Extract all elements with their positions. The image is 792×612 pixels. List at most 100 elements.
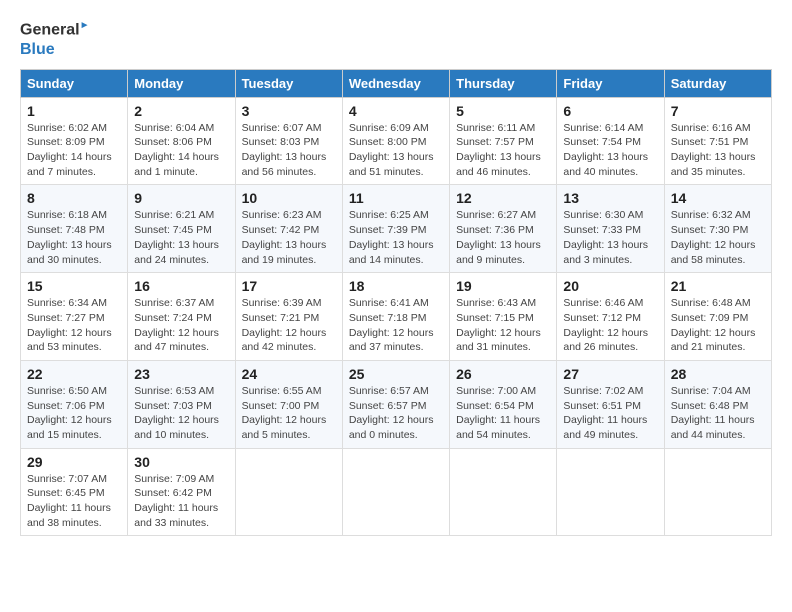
weekday-header-friday: Friday	[557, 69, 664, 97]
calendar-cell: 17 Sunrise: 6:39 AM Sunset: 7:21 PM Dayl…	[235, 273, 342, 361]
day-number: 2	[134, 103, 228, 119]
calendar-body: 1 Sunrise: 6:02 AM Sunset: 8:09 PM Dayli…	[21, 97, 772, 536]
calendar-cell	[664, 448, 771, 536]
calendar-cell	[557, 448, 664, 536]
calendar-cell	[342, 448, 449, 536]
day-number: 12	[456, 190, 550, 206]
calendar-cell: 4 Sunrise: 6:09 AM Sunset: 8:00 PM Dayli…	[342, 97, 449, 185]
calendar-cell: 15 Sunrise: 6:34 AM Sunset: 7:27 PM Dayl…	[21, 273, 128, 361]
day-detail: Sunrise: 6:16 AM Sunset: 7:51 PM Dayligh…	[671, 121, 765, 180]
calendar-cell: 26 Sunrise: 7:00 AM Sunset: 6:54 PM Dayl…	[450, 360, 557, 448]
day-detail: Sunrise: 6:25 AM Sunset: 7:39 PM Dayligh…	[349, 208, 443, 267]
calendar-cell: 28 Sunrise: 7:04 AM Sunset: 6:48 PM Dayl…	[664, 360, 771, 448]
day-detail: Sunrise: 6:18 AM Sunset: 7:48 PM Dayligh…	[27, 208, 121, 267]
day-number: 27	[563, 366, 657, 382]
logo-text: General► Blue	[20, 20, 90, 59]
weekday-header-tuesday: Tuesday	[235, 69, 342, 97]
calendar-cell: 29 Sunrise: 7:07 AM Sunset: 6:45 PM Dayl…	[21, 448, 128, 536]
calendar-cell: 3 Sunrise: 6:07 AM Sunset: 8:03 PM Dayli…	[235, 97, 342, 185]
day-detail: Sunrise: 6:30 AM Sunset: 7:33 PM Dayligh…	[563, 208, 657, 267]
day-number: 22	[27, 366, 121, 382]
weekday-header-thursday: Thursday	[450, 69, 557, 97]
day-detail: Sunrise: 6:39 AM Sunset: 7:21 PM Dayligh…	[242, 296, 336, 355]
calendar-cell: 14 Sunrise: 6:32 AM Sunset: 7:30 PM Dayl…	[664, 185, 771, 273]
calendar-cell: 12 Sunrise: 6:27 AM Sunset: 7:36 PM Dayl…	[450, 185, 557, 273]
calendar-cell: 10 Sunrise: 6:23 AM Sunset: 7:42 PM Dayl…	[235, 185, 342, 273]
weekday-header-monday: Monday	[128, 69, 235, 97]
day-number: 5	[456, 103, 550, 119]
day-detail: Sunrise: 6:50 AM Sunset: 7:06 PM Dayligh…	[27, 384, 121, 443]
day-detail: Sunrise: 6:37 AM Sunset: 7:24 PM Dayligh…	[134, 296, 228, 355]
calendar-cell: 24 Sunrise: 6:55 AM Sunset: 7:00 PM Dayl…	[235, 360, 342, 448]
calendar-cell: 22 Sunrise: 6:50 AM Sunset: 7:06 PM Dayl…	[21, 360, 128, 448]
calendar-cell: 25 Sunrise: 6:57 AM Sunset: 6:57 PM Dayl…	[342, 360, 449, 448]
weekday-header-saturday: Saturday	[664, 69, 771, 97]
day-detail: Sunrise: 6:41 AM Sunset: 7:18 PM Dayligh…	[349, 296, 443, 355]
day-detail: Sunrise: 7:07 AM Sunset: 6:45 PM Dayligh…	[27, 472, 121, 531]
calendar-week-4: 22 Sunrise: 6:50 AM Sunset: 7:06 PM Dayl…	[21, 360, 772, 448]
day-detail: Sunrise: 6:09 AM Sunset: 8:00 PM Dayligh…	[349, 121, 443, 180]
day-detail: Sunrise: 6:11 AM Sunset: 7:57 PM Dayligh…	[456, 121, 550, 180]
day-number: 4	[349, 103, 443, 119]
day-detail: Sunrise: 6:55 AM Sunset: 7:00 PM Dayligh…	[242, 384, 336, 443]
calendar-cell: 8 Sunrise: 6:18 AM Sunset: 7:48 PM Dayli…	[21, 185, 128, 273]
day-detail: Sunrise: 6:48 AM Sunset: 7:09 PM Dayligh…	[671, 296, 765, 355]
day-number: 3	[242, 103, 336, 119]
calendar-cell: 13 Sunrise: 6:30 AM Sunset: 7:33 PM Dayl…	[557, 185, 664, 273]
day-number: 28	[671, 366, 765, 382]
day-detail: Sunrise: 6:07 AM Sunset: 8:03 PM Dayligh…	[242, 121, 336, 180]
calendar-week-2: 8 Sunrise: 6:18 AM Sunset: 7:48 PM Dayli…	[21, 185, 772, 273]
day-number: 9	[134, 190, 228, 206]
calendar-cell: 18 Sunrise: 6:41 AM Sunset: 7:18 PM Dayl…	[342, 273, 449, 361]
day-detail: Sunrise: 7:00 AM Sunset: 6:54 PM Dayligh…	[456, 384, 550, 443]
calendar-cell: 21 Sunrise: 6:48 AM Sunset: 7:09 PM Dayl…	[664, 273, 771, 361]
day-number: 1	[27, 103, 121, 119]
day-detail: Sunrise: 6:14 AM Sunset: 7:54 PM Dayligh…	[563, 121, 657, 180]
calendar-cell	[235, 448, 342, 536]
day-detail: Sunrise: 7:09 AM Sunset: 6:42 PM Dayligh…	[134, 472, 228, 531]
day-number: 10	[242, 190, 336, 206]
calendar-cell: 1 Sunrise: 6:02 AM Sunset: 8:09 PM Dayli…	[21, 97, 128, 185]
day-detail: Sunrise: 6:04 AM Sunset: 8:06 PM Dayligh…	[134, 121, 228, 180]
weekday-header-sunday: Sunday	[21, 69, 128, 97]
calendar-cell: 20 Sunrise: 6:46 AM Sunset: 7:12 PM Dayl…	[557, 273, 664, 361]
page-header: General► Blue	[20, 20, 772, 59]
day-number: 17	[242, 278, 336, 294]
calendar-cell: 23 Sunrise: 6:53 AM Sunset: 7:03 PM Dayl…	[128, 360, 235, 448]
day-number: 6	[563, 103, 657, 119]
calendar-cell: 27 Sunrise: 7:02 AM Sunset: 6:51 PM Dayl…	[557, 360, 664, 448]
day-detail: Sunrise: 6:43 AM Sunset: 7:15 PM Dayligh…	[456, 296, 550, 355]
calendar-cell: 9 Sunrise: 6:21 AM Sunset: 7:45 PM Dayli…	[128, 185, 235, 273]
day-detail: Sunrise: 6:34 AM Sunset: 7:27 PM Dayligh…	[27, 296, 121, 355]
day-number: 30	[134, 454, 228, 470]
day-number: 29	[27, 454, 121, 470]
day-number: 16	[134, 278, 228, 294]
day-number: 8	[27, 190, 121, 206]
weekday-header-wednesday: Wednesday	[342, 69, 449, 97]
day-detail: Sunrise: 7:02 AM Sunset: 6:51 PM Dayligh…	[563, 384, 657, 443]
calendar-cell: 2 Sunrise: 6:04 AM Sunset: 8:06 PM Dayli…	[128, 97, 235, 185]
day-number: 24	[242, 366, 336, 382]
calendar-week-3: 15 Sunrise: 6:34 AM Sunset: 7:27 PM Dayl…	[21, 273, 772, 361]
day-number: 7	[671, 103, 765, 119]
calendar-cell: 30 Sunrise: 7:09 AM Sunset: 6:42 PM Dayl…	[128, 448, 235, 536]
day-number: 18	[349, 278, 443, 294]
day-detail: Sunrise: 6:27 AM Sunset: 7:36 PM Dayligh…	[456, 208, 550, 267]
day-number: 11	[349, 190, 443, 206]
day-number: 25	[349, 366, 443, 382]
calendar-cell: 6 Sunrise: 6:14 AM Sunset: 7:54 PM Dayli…	[557, 97, 664, 185]
day-detail: Sunrise: 6:02 AM Sunset: 8:09 PM Dayligh…	[27, 121, 121, 180]
day-detail: Sunrise: 6:32 AM Sunset: 7:30 PM Dayligh…	[671, 208, 765, 267]
day-detail: Sunrise: 6:57 AM Sunset: 6:57 PM Dayligh…	[349, 384, 443, 443]
day-number: 14	[671, 190, 765, 206]
day-number: 13	[563, 190, 657, 206]
day-detail: Sunrise: 7:04 AM Sunset: 6:48 PM Dayligh…	[671, 384, 765, 443]
day-number: 15	[27, 278, 121, 294]
day-number: 21	[671, 278, 765, 294]
day-number: 23	[134, 366, 228, 382]
calendar-table: SundayMondayTuesdayWednesdayThursdayFrid…	[20, 69, 772, 537]
calendar-cell: 5 Sunrise: 6:11 AM Sunset: 7:57 PM Dayli…	[450, 97, 557, 185]
calendar-cell: 16 Sunrise: 6:37 AM Sunset: 7:24 PM Dayl…	[128, 273, 235, 361]
calendar-cell: 19 Sunrise: 6:43 AM Sunset: 7:15 PM Dayl…	[450, 273, 557, 361]
day-detail: Sunrise: 6:46 AM Sunset: 7:12 PM Dayligh…	[563, 296, 657, 355]
